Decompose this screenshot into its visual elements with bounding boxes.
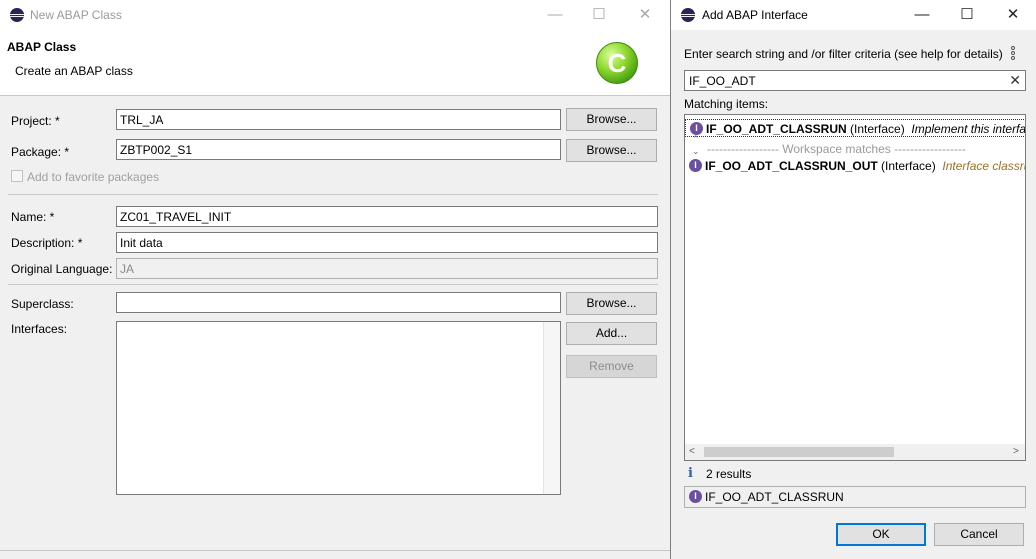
abap-class-icon: C <box>596 42 638 84</box>
interface-icon: I <box>689 490 702 504</box>
selected-item-field: I IF_OO_ADT_CLASSRUN <box>684 486 1026 508</box>
language-label: Original Language: <box>11 262 113 276</box>
ok-button[interactable]: OK <box>836 523 926 546</box>
package-field[interactable]: ZBTP002_S1 <box>116 139 561 160</box>
interfaces-label: Interfaces: <box>11 322 68 336</box>
minimize-button[interactable]: — <box>907 3 937 27</box>
interface-icon: I <box>689 159 702 173</box>
workspace-separator: ------------------ Workspace matches ---… <box>707 142 967 156</box>
minimize-button[interactable]: — <box>540 3 570 27</box>
clear-icon[interactable]: ✕ <box>1009 72 1021 89</box>
new-abap-class-dialog: New ABAP Class — ☐ ✕ ABAP Class Create a… <box>0 0 670 559</box>
package-browse-button[interactable]: Browse... <box>566 139 657 162</box>
name-field[interactable]: ZC01_TRAVEL_INIT <box>116 206 658 227</box>
cancel-button[interactable]: Cancel <box>934 523 1024 546</box>
item-name: IF_OO_ADT_CLASSRUN <box>706 122 847 136</box>
project-browse-button[interactable]: Browse... <box>566 108 657 131</box>
info-icon: i <box>688 466 693 481</box>
window-title: New ABAP Class <box>30 8 122 22</box>
add-interface-button[interactable]: Add... <box>566 322 657 345</box>
separator <box>8 194 658 195</box>
chevron-down-icon[interactable]: ⌄ <box>692 146 700 157</box>
window-title: Add ABAP Interface <box>702 8 808 22</box>
close-button[interactable]: ✕ <box>998 3 1028 27</box>
project-field[interactable]: TRL_JA <box>116 109 561 130</box>
selected-item-name: IF_OO_ADT_CLASSRUN <box>705 490 844 504</box>
description-label: Description: * <box>11 236 83 250</box>
favorite-label: Add to favorite packages <box>27 170 160 184</box>
item-description: Implement this interface to <box>911 122 1026 136</box>
horizontal-scrollbar[interactable]: < > <box>685 444 1025 460</box>
package-label: Package: * <box>11 145 70 159</box>
title-bar[interactable]: Add ABAP Interface — ☐ ✕ <box>671 0 1036 30</box>
remove-interface-button: Remove <box>566 355 657 378</box>
search-value: IF_OO_ADT <box>689 74 756 88</box>
superclass-field[interactable] <box>116 292 561 313</box>
name-label: Name: * <box>11 210 55 224</box>
results-count: 2 results <box>706 467 752 481</box>
project-label: Project: * <box>11 114 60 128</box>
scrollbar[interactable] <box>543 322 560 494</box>
search-input[interactable]: IF_OO_ADT ✕ <box>684 70 1026 91</box>
separator <box>0 550 670 551</box>
matching-items-label: Matching items: <box>684 97 769 111</box>
eclipse-icon <box>681 8 695 22</box>
search-hint: Enter search string and /or filter crite… <box>684 47 1003 61</box>
superclass-browse-button[interactable]: Browse... <box>566 292 657 315</box>
wizard-header: ABAP Class Create an ABAP class C <box>0 30 670 96</box>
favorite-checkbox[interactable] <box>11 170 23 182</box>
list-item[interactable]: I IF_OO_ADT_CLASSRUN_OUT (Interface) Inte… <box>685 157 1025 175</box>
interfaces-list[interactable] <box>116 321 561 495</box>
header-title: ABAP Class <box>7 40 77 54</box>
separator <box>8 284 658 285</box>
add-abap-interface-dialog: Add ABAP Interface — ☐ ✕ Enter search st… <box>670 0 1036 559</box>
scroll-thumb[interactable] <box>704 447 894 457</box>
close-button[interactable]: ✕ <box>630 3 660 27</box>
item-type: (Interface) <box>850 122 905 136</box>
scroll-right-icon[interactable]: > <box>1013 444 1019 460</box>
title-bar[interactable]: New ABAP Class — ☐ ✕ <box>0 0 670 30</box>
chevron-up-icon[interactable]: ⌃ <box>692 134 700 145</box>
list-item[interactable]: I IF_OO_ADT_CLASSRUN (Interface) Implemen… <box>685 119 1026 137</box>
language-field: JA <box>116 258 658 279</box>
description-field[interactable]: Init data <box>116 232 658 253</box>
item-name: IF_OO_ADT_CLASSRUN_OUT <box>705 159 878 173</box>
maximize-button[interactable]: ☐ <box>584 3 614 27</box>
item-type: (Interface) <box>881 159 936 173</box>
maximize-button[interactable]: ☐ <box>952 3 982 27</box>
header-subtitle: Create an ABAP class <box>15 64 133 78</box>
superclass-label: Superclass: <box>11 297 74 311</box>
more-options-icon[interactable] <box>1011 46 1017 62</box>
eclipse-icon <box>10 8 24 22</box>
scroll-left-icon[interactable]: < <box>689 444 695 460</box>
item-description: Interface classrun <box>942 159 1025 173</box>
matching-items-list[interactable]: I IF_OO_ADT_CLASSRUN (Interface) Implemen… <box>684 114 1026 461</box>
